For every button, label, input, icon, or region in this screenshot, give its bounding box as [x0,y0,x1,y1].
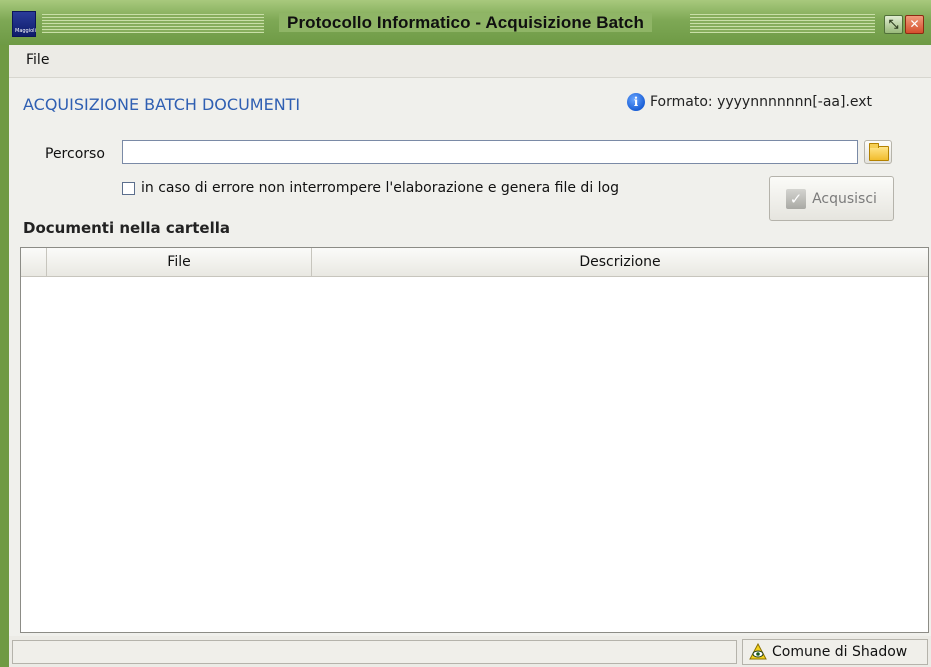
folder-icon [869,143,889,161]
restore-icon: ⤡ [888,17,899,31]
continue-on-error-label: in caso di errore non interrompere l'ela… [141,180,619,196]
select-column-header[interactable] [21,248,47,276]
status-organization: Comune di Shadow [742,639,928,665]
close-icon: ✕ [909,17,920,31]
table-header: File Descrizione [21,248,928,277]
menu-bar: File [9,45,931,78]
documents-title: Documenti nella cartella [23,219,230,237]
status-message [12,640,737,664]
acquire-label: Acqusisci [812,190,877,207]
path-label: Percorso [45,146,105,162]
checkmark-icon: ✓ [786,188,807,209]
format-text: Formato: yyyynnnnnnn[-aa].ext [650,94,873,110]
column-header-file[interactable]: File [47,248,312,276]
column-header-description[interactable]: Descrizione [312,248,928,276]
acquire-button[interactable]: ✓ Acqusisci [769,176,894,221]
path-input[interactable] [122,140,858,164]
continue-on-error-checkbox[interactable] [122,181,135,195]
title-bar[interactable]: Maggioli Protocollo Informatico - Acquis… [0,0,931,45]
format-info: i Formato: yyyynnnnnnn[-aa].ext [627,93,872,111]
app-window: Maggioli Protocollo Informatico - Acquis… [0,0,931,667]
browse-folder-button[interactable] [864,140,892,164]
section-title: ACQUISIZIONE BATCH DOCUMENTI [23,95,301,114]
restore-button[interactable]: ⤡ [884,15,903,34]
continue-on-error-option[interactable]: in caso di errore non interrompere l'ela… [122,180,619,196]
close-button[interactable]: ✕ [905,15,924,34]
info-icon: i [627,93,645,111]
window-title: Protocollo Informatico - Acquisizione Ba… [0,13,931,33]
organization-name: Comune di Shadow [772,644,908,660]
eye-icon [749,643,767,660]
documents-table[interactable]: File Descrizione [20,247,929,633]
client-area: File ACQUISIZIONE BATCH DOCUMENTI i Form… [9,45,931,667]
menu-file[interactable]: File [26,52,49,68]
status-bar: Comune di Shadow [9,636,931,667]
